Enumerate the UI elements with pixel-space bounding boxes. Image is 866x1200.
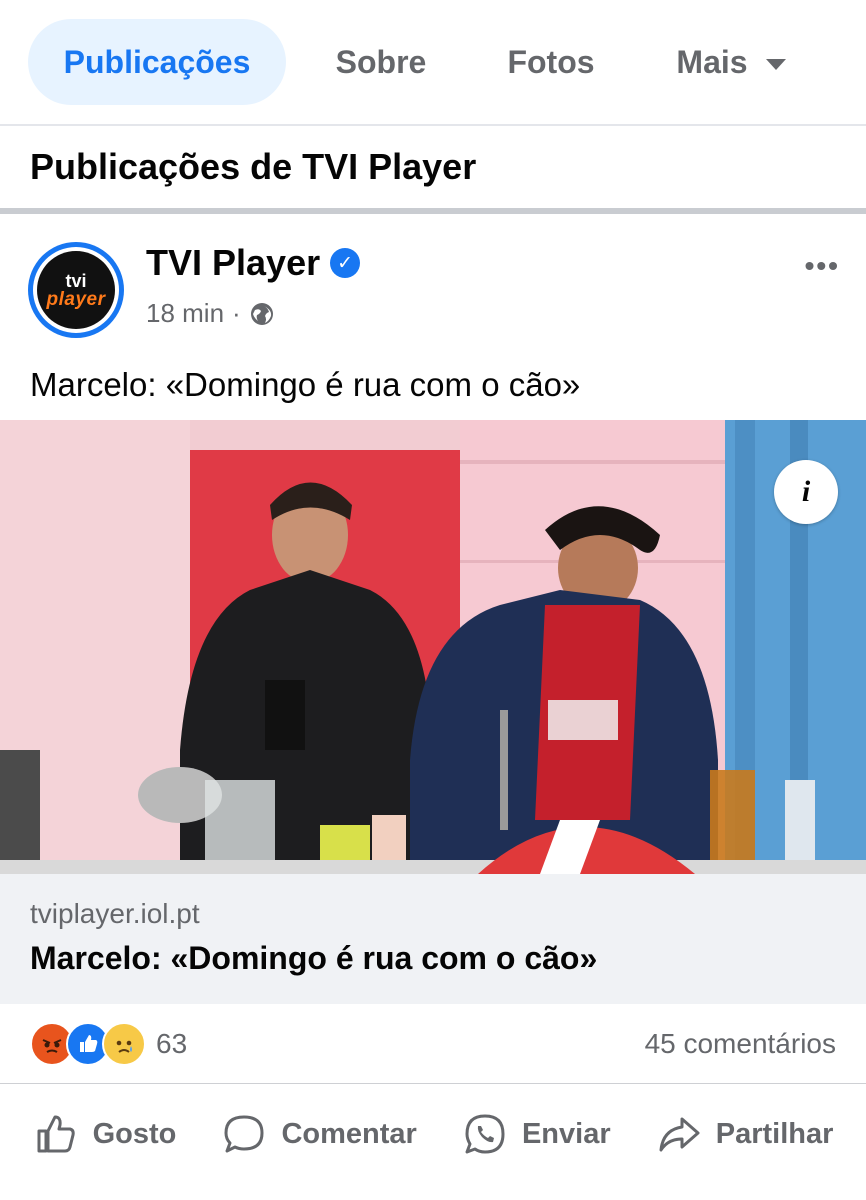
comment-label: Comentar <box>281 1117 417 1150</box>
page-name[interactable]: TVI Player <box>146 242 320 284</box>
page-name-row: TVI Player ✓ <box>146 242 361 284</box>
send-button[interactable]: Enviar <box>462 1111 611 1157</box>
avatar-logo-line1: tvi <box>65 270 87 291</box>
more-options-icon[interactable]: ••• <box>805 250 840 282</box>
section-title: Publicações de TVI Player <box>0 126 866 214</box>
post-image[interactable]: i <box>0 420 866 874</box>
whatsapp-icon <box>465 1114 505 1154</box>
post-time[interactable]: 18 min <box>146 298 224 329</box>
like-button[interactable]: Gosto <box>33 1111 177 1157</box>
avatar-ring: tvi player <box>33 247 119 333</box>
link-domain: tviplayer.iol.pt <box>30 898 200 929</box>
comments-count[interactable]: 45 comentários <box>645 1028 836 1060</box>
like-icon <box>37 1115 75 1153</box>
reaction-count: 63 <box>156 1027 188 1059</box>
profile-tabs: Publicações Sobre Fotos Mais <box>0 0 866 126</box>
reactions-row: 63 45 comentários <box>0 1004 866 1084</box>
share-label: Partilhar <box>715 1117 834 1150</box>
post-actions: Gosto Comentar Enviar Partilhar <box>0 1084 866 1184</box>
post-meta: 18 min · <box>146 298 275 329</box>
verified-badge-icon: ✓ <box>330 248 361 278</box>
tab-mais-label: Mais <box>676 43 748 80</box>
post-image-illustration <box>0 420 866 874</box>
meta-separator: · <box>232 298 241 328</box>
page-avatar[interactable]: tvi player <box>28 242 124 338</box>
like-label: Gosto <box>92 1117 177 1150</box>
send-label: Enviar <box>521 1117 611 1150</box>
globe-icon <box>250 302 273 325</box>
info-icon[interactable]: i <box>774 460 838 524</box>
link-title: Marcelo: «Domingo é rua com o cão» <box>30 940 598 976</box>
comment-icon <box>224 1115 264 1153</box>
post-text: Marcelo: «Domingo é rua com o cão» <box>30 366 581 403</box>
share-icon <box>659 1117 700 1152</box>
tab-mais[interactable]: Mais <box>626 19 836 105</box>
tab-fotos[interactable]: Fotos <box>476 19 626 105</box>
comment-button[interactable]: Comentar <box>221 1111 417 1157</box>
share-button[interactable]: Partilhar <box>656 1111 834 1157</box>
tab-publicacoes[interactable]: Publicações <box>28 19 286 105</box>
caret-down-icon <box>765 58 786 70</box>
link-preview[interactable]: tviplayer.iol.pt Marcelo: «Domingo é rua… <box>0 874 866 1004</box>
reaction-summary[interactable]: 63 <box>30 1021 188 1066</box>
post-header: tvi player TVI Player ✓ 18 min · ••• <box>0 214 866 344</box>
tab-sobre[interactable]: Sobre <box>286 19 476 105</box>
avatar-logo-line2: player <box>46 288 106 310</box>
avatar-logo: tvi player <box>37 251 115 329</box>
sad-reaction-icon <box>102 1021 146 1066</box>
